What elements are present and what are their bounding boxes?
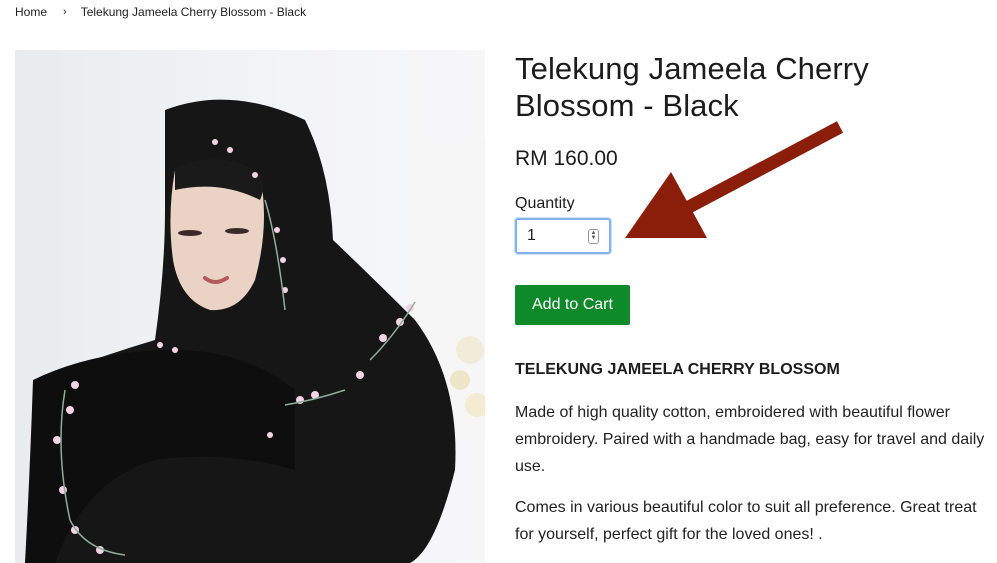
description-paragraph: Made of high quality cotton, embroidered…	[515, 404, 985, 475]
product-photo-illustration	[15, 50, 485, 563]
breadcrumb-home-link[interactable]: Home	[15, 5, 47, 19]
breadcrumb-separator: ›	[63, 6, 67, 18]
stepper-down-icon[interactable]: ▼	[591, 235, 597, 241]
description-heading: TELEKUNG JAMEELA CHERRY BLOSSOM	[515, 361, 840, 378]
description-paragraph: Comes in various beautiful color to suit…	[515, 499, 977, 543]
breadcrumb: Home › Telekung Jameela Cherry Blossom -…	[15, 5, 306, 19]
breadcrumb-current: Telekung Jameela Cherry Blossom - Black	[80, 5, 307, 19]
up-down-stepper-icon[interactable]: ▲ ▼	[588, 228, 599, 244]
add-to-cart-button[interactable]: Add to Cart	[515, 285, 630, 325]
quantity-value[interactable]: 1	[527, 227, 536, 245]
product-image[interactable]	[15, 50, 485, 563]
quantity-stepper[interactable]: 1 ▲ ▼	[515, 218, 611, 254]
red-arrow-annotation	[625, 121, 844, 238]
